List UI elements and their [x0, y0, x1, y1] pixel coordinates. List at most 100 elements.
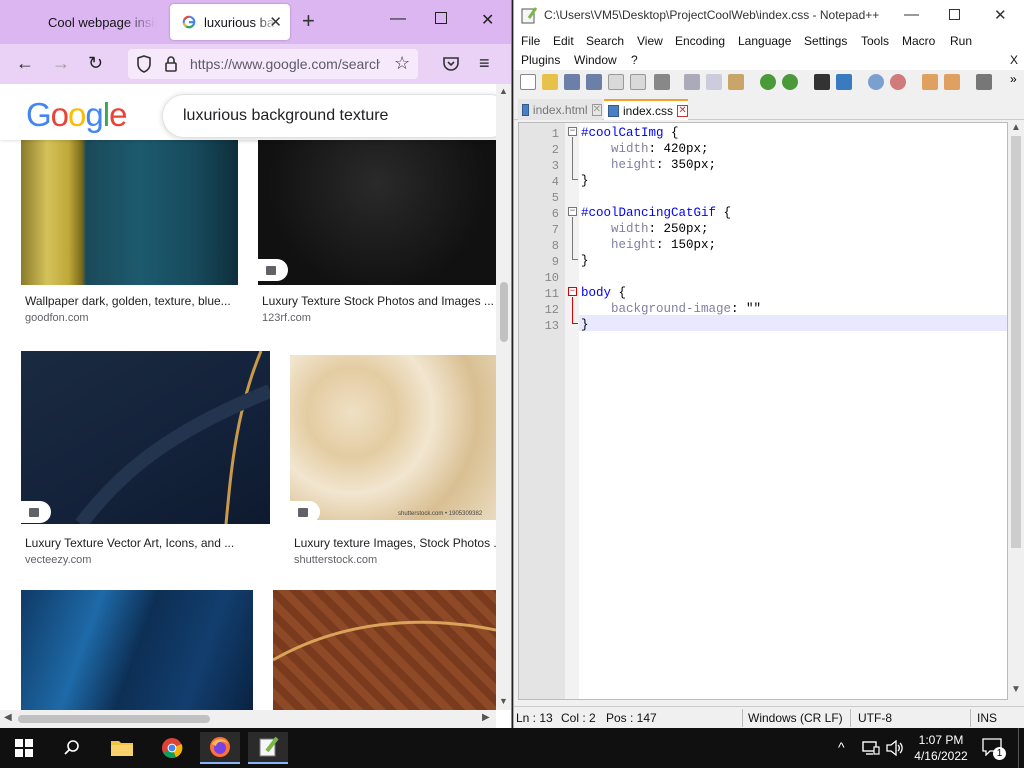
menu-tools[interactable]: Tools	[861, 34, 889, 48]
replace-icon[interactable]	[836, 74, 852, 90]
result-title[interactable]: Wallpaper dark, golden, texture, blue...	[25, 294, 235, 308]
system-clock[interactable]: 1:07 PM 4/16/2022	[910, 732, 972, 764]
sync-horizontal-icon[interactable]	[944, 74, 960, 90]
cut-icon[interactable]	[684, 74, 700, 90]
code-editor[interactable]: 1 2 3 4 5 6 7 8 9 10 11 12 13 #coolCatImg { width: 4…	[518, 122, 1008, 700]
menu-help[interactable]: ?	[631, 53, 638, 67]
menu-file[interactable]: File	[521, 34, 540, 48]
fold-toggle-icon[interactable]: −	[568, 127, 577, 136]
back-icon[interactable]: ←	[16, 53, 34, 74]
editor-vertical-scrollbar[interactable]: ▲ ▼	[1008, 122, 1024, 700]
image-result[interactable]	[272, 590, 496, 710]
tab-index-html[interactable]: index.html ✕	[518, 99, 602, 120]
close-window-icon[interactable]: ✕	[994, 6, 1007, 24]
page-vertical-scrollbar[interactable]: ▲ ▼	[496, 84, 511, 710]
zoom-out-icon[interactable]	[890, 74, 906, 90]
save-all-icon[interactable]	[586, 74, 602, 90]
minimize-icon[interactable]: —	[904, 6, 919, 23]
show-desktop-button[interactable]	[1018, 728, 1019, 768]
menu-run[interactable]: Run	[950, 34, 972, 48]
redo-icon[interactable]	[782, 74, 798, 90]
menu-view[interactable]: View	[637, 34, 663, 48]
zoom-in-icon[interactable]	[868, 74, 884, 90]
menu-edit[interactable]: Edit	[553, 34, 574, 48]
word-wrap-icon[interactable]	[976, 74, 992, 90]
scroll-left-icon[interactable]: ◀	[4, 712, 12, 723]
menu-macro[interactable]: Macro	[902, 34, 935, 48]
menu-language[interactable]: Language	[738, 34, 791, 48]
notifications-button[interactable]: 1	[982, 738, 1006, 760]
result-thumbnail[interactable]	[272, 590, 496, 710]
firefox-button[interactable]	[200, 732, 240, 764]
scroll-right-icon[interactable]: ▶	[482, 712, 490, 723]
result-thumbnail[interactable]	[290, 355, 496, 520]
close-all-icon[interactable]	[630, 74, 646, 90]
address-bar[interactable]: https://www.google.com/search ☆	[128, 49, 418, 79]
scrollbar-thumb[interactable]	[500, 282, 508, 342]
fold-toggle-icon[interactable]: −	[568, 287, 577, 296]
network-icon[interactable]	[862, 740, 880, 756]
close-document-button[interactable]: X	[1010, 53, 1018, 67]
image-result[interactable]: Wallpaper dark, golden, texture, blue...…	[21, 140, 238, 324]
show-hidden-icons-icon[interactable]: ^	[838, 739, 845, 755]
close-tab-icon[interactable]: ✕	[677, 104, 688, 117]
image-result[interactable]: Luxury Texture Stock Photos and Images .…	[258, 140, 496, 324]
chrome-button[interactable]	[152, 732, 192, 764]
scroll-up-icon[interactable]: ▲	[1011, 122, 1021, 133]
result-thumbnail[interactable]	[21, 351, 270, 524]
save-icon[interactable]	[564, 74, 580, 90]
print-icon[interactable]	[654, 74, 670, 90]
pocket-icon[interactable]	[442, 55, 460, 73]
scrollbar-thumb[interactable]	[1011, 136, 1021, 548]
tab-google-search[interactable]: luxurious ba ✕	[170, 4, 290, 40]
file-explorer-button[interactable]	[102, 732, 142, 764]
close-tab-icon[interactable]: ✕	[269, 13, 282, 31]
menu-window[interactable]: Window	[574, 53, 617, 67]
copy-icon[interactable]	[706, 74, 722, 90]
result-thumbnail[interactable]	[21, 590, 253, 710]
reload-icon[interactable]: ↻	[88, 53, 103, 74]
scroll-up-icon[interactable]: ▲	[499, 86, 508, 96]
maximize-icon[interactable]	[949, 9, 960, 20]
menu-search[interactable]: Search	[586, 34, 624, 48]
scroll-down-icon[interactable]: ▼	[1011, 684, 1021, 695]
maximize-icon[interactable]	[435, 12, 447, 24]
tab-cool-webpage[interactable]: Cool webpage insid	[36, 4, 166, 40]
forward-icon[interactable]: →	[52, 53, 70, 74]
find-icon[interactable]	[814, 74, 830, 90]
google-logo[interactable]: Google	[26, 96, 127, 134]
close-window-icon[interactable]: ✕	[481, 10, 494, 30]
sync-vertical-icon[interactable]	[922, 74, 938, 90]
menu-settings[interactable]: Settings	[804, 34, 847, 48]
menu-plugins[interactable]: Plugins	[521, 53, 560, 67]
new-tab-button[interactable]: +	[302, 10, 315, 32]
undo-icon[interactable]	[760, 74, 776, 90]
image-result[interactable]: Luxury Texture Vector Art, Icons, and ..…	[21, 351, 270, 571]
menu-icon[interactable]: ≡	[479, 53, 490, 74]
new-file-icon[interactable]	[520, 74, 536, 90]
open-file-icon[interactable]	[542, 74, 558, 90]
image-result[interactable]	[21, 590, 253, 710]
page-horizontal-scrollbar[interactable]: ◀ ▶	[0, 710, 496, 728]
image-result[interactable]: shutterstock.com • 1905309382 Luxury tex…	[290, 355, 496, 571]
search-input[interactable]: luxurious background texture	[162, 94, 496, 138]
scroll-down-icon[interactable]: ▼	[499, 696, 508, 706]
start-button[interactable]	[4, 732, 44, 764]
result-title[interactable]: Luxury texture Images, Stock Photos ...	[294, 536, 496, 550]
scrollbar-thumb[interactable]	[18, 715, 210, 723]
bookmark-star-icon[interactable]: ☆	[394, 53, 410, 74]
toolbar-overflow-icon[interactable]: »	[1010, 72, 1017, 86]
close-file-icon[interactable]	[608, 74, 624, 90]
fold-toggle-icon[interactable]: −	[568, 207, 577, 216]
result-title[interactable]: Luxury Texture Vector Art, Icons, and ..…	[25, 536, 265, 550]
search-button[interactable]	[52, 732, 92, 764]
tab-index-css[interactable]: index.css ✕	[604, 99, 688, 120]
volume-icon[interactable]	[886, 740, 904, 756]
result-title[interactable]: Luxury Texture Stock Photos and Images .…	[262, 294, 494, 308]
close-tab-icon[interactable]: ✕	[591, 103, 602, 116]
notepad-plus-plus-button[interactable]	[248, 732, 288, 764]
lock-icon[interactable]	[164, 55, 178, 73]
shield-icon[interactable]	[136, 55, 152, 73]
minimize-icon[interactable]: —	[390, 10, 406, 28]
result-thumbnail[interactable]	[21, 140, 238, 285]
